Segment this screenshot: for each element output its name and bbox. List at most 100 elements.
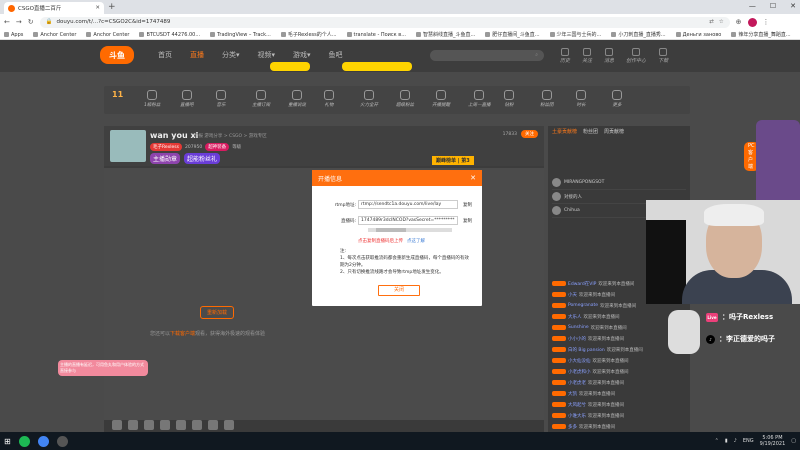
- follow-button[interactable]: 关注: [521, 130, 538, 138]
- stream-key-field[interactable]: 1747489r3dcINCOD?vasSecret=*********: [358, 216, 458, 225]
- bookmark-item[interactable]: Anchor Center: [86, 32, 129, 38]
- modal-close-button[interactable]: 关闭: [378, 285, 420, 296]
- nav-link[interactable]: 视频▾: [258, 50, 276, 60]
- download-client-link[interactable]: 下载客户端: [170, 331, 195, 337]
- reload-icon[interactable]: ↻: [28, 18, 34, 26]
- bookmark-item[interactable]: 毛子Rexless的个人...: [280, 31, 337, 38]
- danmu-user[interactable]: Pomegranate: [568, 303, 598, 308]
- chrome-icon[interactable]: [37, 435, 49, 447]
- gift-icon[interactable]: [128, 420, 138, 430]
- danmu-user[interactable]: 小天: [568, 292, 577, 298]
- danmu-user[interactable]: 大风起兮: [568, 402, 586, 408]
- anchor-avatar[interactable]: [110, 130, 146, 162]
- site-search-input[interactable]: ⌕: [430, 50, 544, 61]
- key-scrollbar[interactable]: [368, 228, 452, 232]
- bookmark-item[interactable]: 小刀刺直播_直播秀...: [611, 31, 666, 38]
- category-item[interactable]: 时长: [576, 90, 586, 108]
- category-item[interactable]: 开播提醒: [432, 90, 450, 108]
- bookmark-item[interactable]: 智慧斜线直播_斗鱼直...: [415, 31, 475, 38]
- extensions-icon[interactable]: ⊕: [736, 18, 742, 26]
- danmu-user[interactable]: Edward在VIP: [568, 281, 596, 287]
- bookmark-item[interactable]: BTCUSDT 44276.00...: [139, 32, 200, 38]
- nav-icon-item[interactable]: 消息: [604, 48, 614, 64]
- category-item[interactable]: 粉丝团: [540, 90, 554, 108]
- lock-icon[interactable]: 🔒: [46, 19, 53, 25]
- network-icon[interactable]: ▮: [725, 438, 728, 444]
- volume-icon[interactable]: ♪: [734, 438, 737, 444]
- spotify-icon[interactable]: [18, 435, 30, 447]
- danmu-user[interactable]: 小大仙没仙: [568, 358, 591, 364]
- nav-link[interactable]: 直播: [190, 50, 204, 60]
- address-bar[interactable]: 🔒 douyu.com/t/...?c=CSGO2C&id=1747489 ⇄ ☆: [39, 16, 730, 28]
- category-item[interactable]: 钻粉: [504, 90, 514, 108]
- clock[interactable]: 5:06 PM 9/19/2021: [760, 435, 786, 447]
- profile-avatar[interactable]: [747, 17, 757, 27]
- danmu-user[interactable]: 小小小的: [568, 336, 586, 342]
- search-icon[interactable]: ⌕: [535, 52, 538, 58]
- chat-tab[interactable]: 粉丝团: [583, 128, 598, 135]
- category-item[interactable]: 直播吧: [180, 90, 194, 108]
- copy-rtmp-button[interactable]: 复制: [458, 202, 472, 208]
- gift-icon[interactable]: [112, 420, 122, 430]
- windows-start-icon[interactable]: ⊞: [4, 437, 11, 446]
- nav-icon-item[interactable]: 历史: [560, 48, 570, 64]
- category-item[interactable]: 更多: [612, 90, 622, 108]
- gift-icon[interactable]: [176, 420, 186, 430]
- bookmark-item[interactable]: 辣年分享直播_舞蹈直...: [731, 31, 791, 38]
- scroll-thumb[interactable]: [376, 228, 406, 232]
- danmu-user[interactable]: Sunshine: [568, 325, 589, 330]
- category-item[interactable]: 礼物: [324, 90, 334, 108]
- chat-tab[interactable]: 周贡献榜: [604, 128, 624, 135]
- category-item[interactable]: 超级粉丝: [396, 90, 414, 108]
- translate-icon[interactable]: ⇄: [709, 19, 714, 25]
- tray-arrow-icon[interactable]: ⌃: [715, 438, 719, 444]
- category-item[interactable]: 主播订阅: [252, 90, 270, 108]
- nav-link[interactable]: 分类▾: [222, 50, 240, 60]
- obs-icon[interactable]: [56, 435, 68, 447]
- nav-link[interactable]: 首页: [158, 50, 172, 60]
- bookmark-item[interactable]: 少年三国与士兵的...: [549, 31, 601, 38]
- anchor-tag[interactable]: 超能粉丝礼: [184, 153, 221, 164]
- nav-link[interactable]: 游戏▾: [293, 50, 311, 60]
- nav-icon-item[interactable]: 创作中心: [626, 48, 646, 64]
- star-icon[interactable]: ☆: [719, 19, 724, 25]
- nav-link[interactable]: 鱼吧: [329, 50, 343, 60]
- danmu-user[interactable]: 小谁大乐: [568, 413, 586, 419]
- rtmp-field[interactable]: rtmp://sendtc1a.douyu.com/live/lay: [358, 200, 458, 209]
- notifications-icon[interactable]: ▢: [791, 438, 796, 444]
- chat-tab[interactable]: 土豪贡献榜: [552, 128, 577, 135]
- modal-close-icon[interactable]: ✕: [470, 174, 476, 182]
- promo-banner-2[interactable]: [342, 62, 412, 71]
- language-indicator[interactable]: ENG: [743, 438, 754, 444]
- new-tab-button[interactable]: +: [108, 2, 116, 12]
- gift-icon[interactable]: [208, 420, 218, 430]
- retry-button[interactable]: 重新加载: [200, 306, 235, 319]
- nav-icon-item[interactable]: 关注: [582, 48, 592, 64]
- danmu-user[interactable]: 小老虎老: [568, 380, 586, 386]
- danmu-user[interactable]: 白的 Big pansion: [568, 347, 605, 353]
- maximize-button[interactable]: ☐: [770, 2, 776, 10]
- rank-badge[interactable]: 巅峰榜单 | 第3: [432, 156, 474, 165]
- tab-close-icon[interactable]: ✕: [95, 5, 100, 11]
- bookmark-item[interactable]: Деньги заново: [675, 32, 721, 38]
- bookmark-item[interactable]: Anchor Center: [33, 32, 76, 38]
- nav-icon-item[interactable]: 下载: [658, 48, 668, 64]
- minimize-button[interactable]: —: [749, 2, 756, 10]
- anchor-tag[interactable]: 主播勋章: [150, 153, 181, 164]
- category-item[interactable]: 上周一直播: [468, 90, 491, 108]
- close-window-button[interactable]: ✕: [790, 2, 796, 10]
- browser-tab[interactable]: CSGO直播二百斤 ✕: [4, 2, 104, 14]
- category-item[interactable]: 音乐: [216, 90, 226, 108]
- rank-row[interactable]: MIRANGPONGSOT: [552, 176, 686, 190]
- learn-more-link[interactable]: 点这了解: [407, 239, 425, 244]
- danmu-user[interactable]: 大凯: [568, 391, 577, 397]
- bookmark-item[interactable]: TradingView – Track...: [210, 32, 271, 38]
- promo-banner[interactable]: [270, 62, 310, 71]
- back-arrow-icon[interactable]: ←: [4, 18, 10, 26]
- bookmark-item[interactable]: Apps: [4, 32, 23, 38]
- promo-character[interactable]: [756, 120, 800, 210]
- copy-key-button[interactable]: 复制: [458, 218, 472, 224]
- bookmark-item[interactable]: translate - Поиск в...: [346, 32, 406, 38]
- danmu-user[interactable]: 小老虎和小: [568, 369, 591, 375]
- douyu-logo[interactable]: 斗鱼: [100, 46, 134, 64]
